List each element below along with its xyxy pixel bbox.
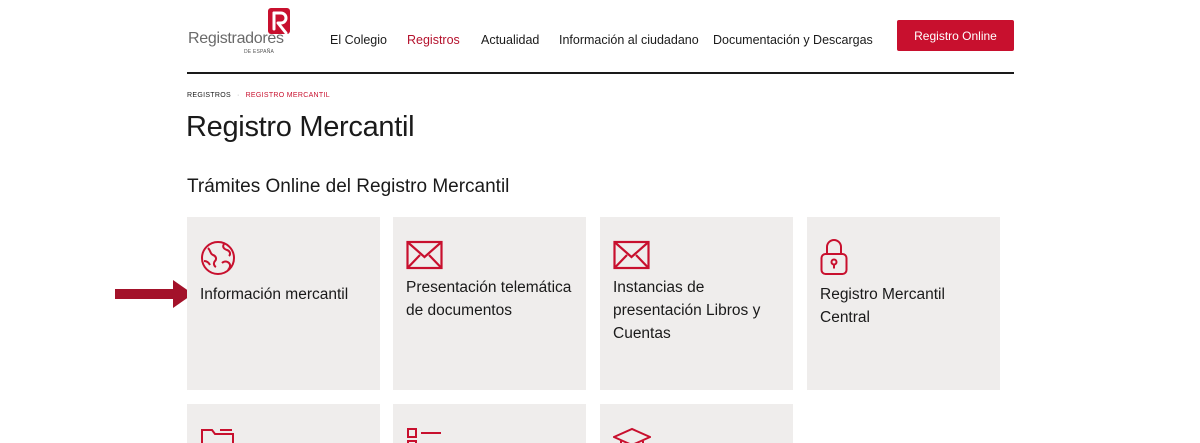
envelope-icon <box>613 240 650 270</box>
main-nav: El Colegio Registros Actualidad Informac… <box>0 33 1200 49</box>
card-row2-1[interactable] <box>187 404 380 443</box>
card-label: Instancias de presentación Libros y Cuen… <box>613 279 761 342</box>
graduation-cap-icon <box>613 427 651 443</box>
registro-online-button[interactable]: Registro Online <box>897 20 1014 51</box>
lock-icon <box>820 239 848 275</box>
card-presentacion-telematica[interactable]: Presentación telemática de documentos <box>393 217 586 390</box>
nav-item-actualidad[interactable]: Actualidad <box>481 33 539 47</box>
breadcrumb-registros[interactable]: REGISTROS <box>187 92 231 99</box>
breadcrumb-registro-mercantil: REGISTRO MERCANTIL <box>245 92 330 99</box>
card-row2-2[interactable] <box>393 404 586 443</box>
nav-item-registros[interactable]: Registros <box>407 33 460 47</box>
page-title: Registro Mercantil <box>186 111 415 143</box>
card-instancias-presentacion[interactable]: Instancias de presentación Libros y Cuen… <box>600 217 793 390</box>
breadcrumb: REGISTROS · REGISTRO MERCANTIL <box>187 92 330 99</box>
nav-item-informacion-ciudadano[interactable]: Información al ciudadano <box>559 33 699 47</box>
globe-icon <box>201 241 235 275</box>
header-divider <box>187 72 1014 74</box>
logo-subtext: DE ESPAÑA <box>244 49 275 55</box>
card-label: Presentación telemática de documentos <box>406 279 572 319</box>
pointer-arrow-icon <box>115 280 193 308</box>
folder-icon <box>201 429 234 443</box>
nav-item-documentacion-descargas[interactable]: Documentación y Descargas <box>713 33 873 47</box>
envelope-icon <box>406 240 443 270</box>
card-informacion-mercantil[interactable]: Información mercantil <box>187 217 380 390</box>
nav-item-el-colegio[interactable]: El Colegio <box>330 33 387 47</box>
card-label: Información mercantil <box>200 286 349 303</box>
card-label: Registro Mercantil Central <box>820 286 945 326</box>
section-title: Trámites Online del Registro Mercantil <box>187 176 510 197</box>
checklist-icon <box>407 428 441 443</box>
card-row2-3[interactable] <box>600 404 793 443</box>
breadcrumb-separator: · <box>236 92 240 99</box>
card-registro-mercantil-central[interactable]: Registro Mercantil Central <box>807 217 1000 390</box>
